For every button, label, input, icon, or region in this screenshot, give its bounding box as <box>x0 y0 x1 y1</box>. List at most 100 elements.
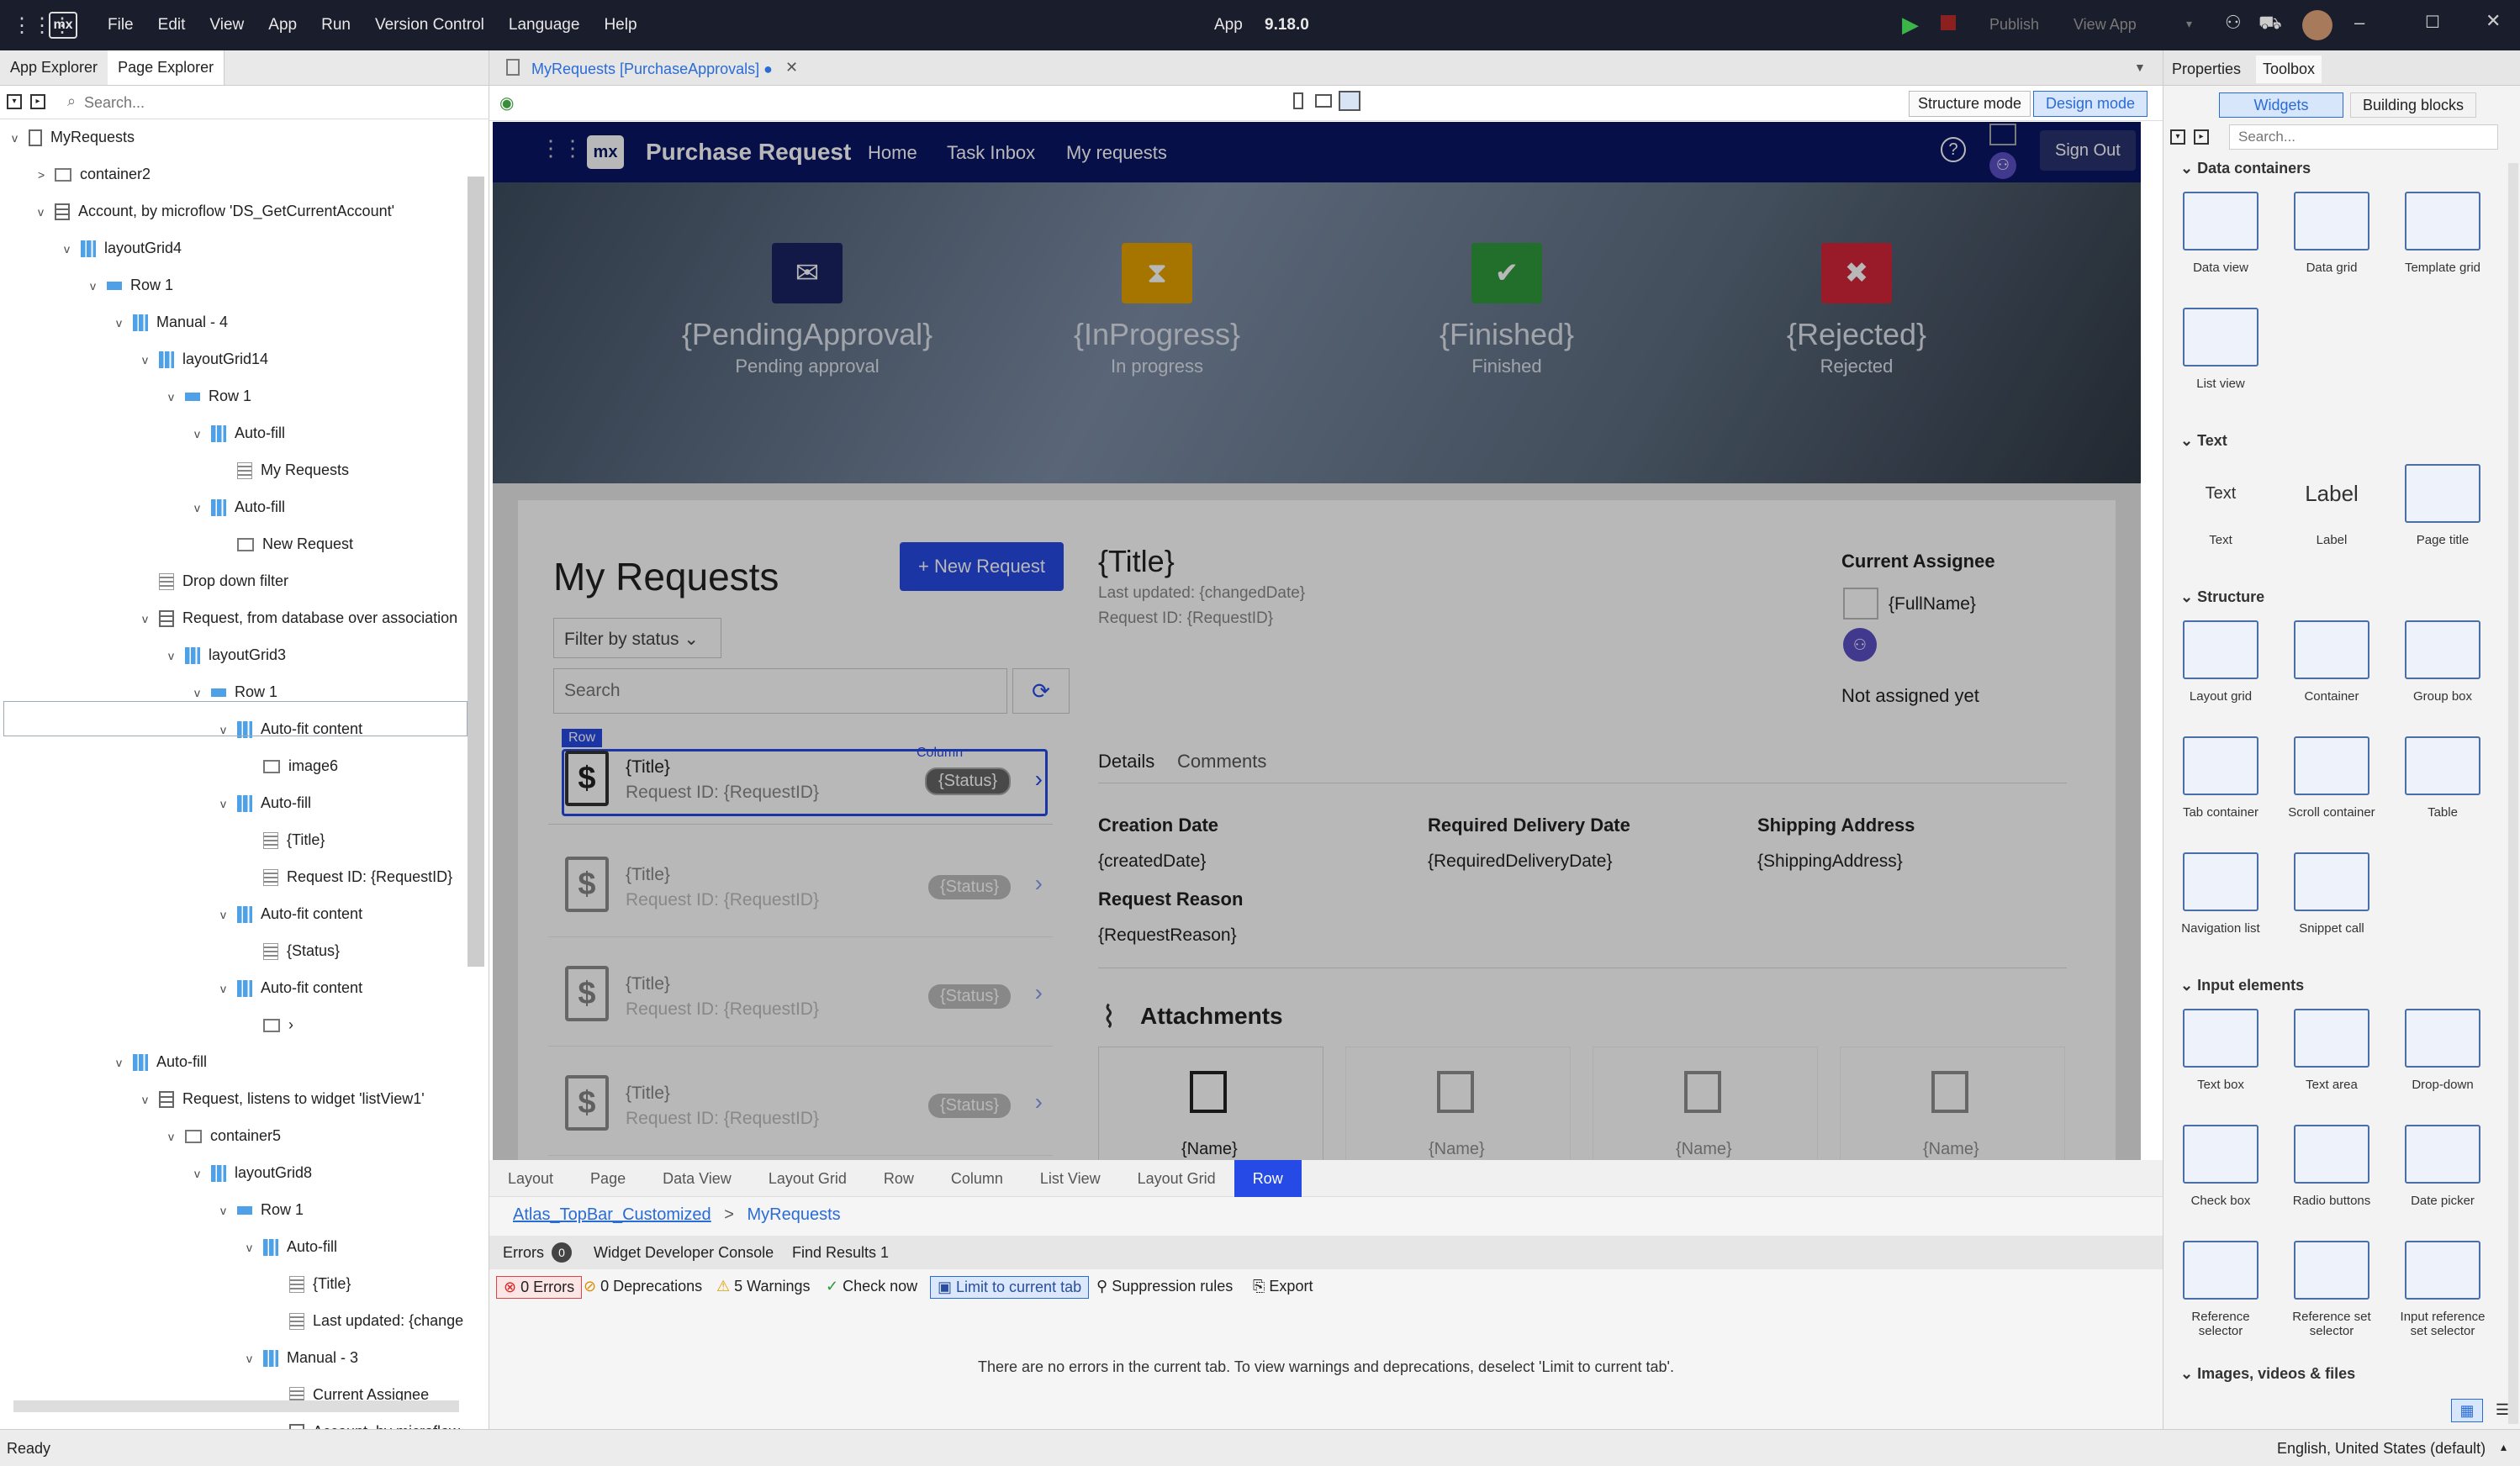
chevron-down-icon[interactable]: v <box>142 601 159 636</box>
subtab-building-blocks[interactable]: Building blocks <box>2350 92 2476 118</box>
tree-search-input[interactable] <box>84 91 479 114</box>
menu-language[interactable]: Language <box>509 16 580 34</box>
preview-eye-icon[interactable]: ◉ <box>499 92 514 113</box>
user-avatar-icon[interactable]: ⚇ <box>1989 152 2016 179</box>
tree-node[interactable]: {Status} <box>246 933 340 968</box>
crumb-layout[interactable]: Layout <box>489 1160 572 1197</box>
toolbox-widget[interactable]: List view <box>2170 308 2271 391</box>
list-item[interactable]: $ {Title} Request ID: {RequestID} {Statu… <box>548 732 1053 825</box>
toolbox-widget[interactable]: Navigation list <box>2170 852 2271 936</box>
view-app-button[interactable]: View App <box>2074 16 2137 34</box>
tree-node[interactable]: Last updated: {change <box>272 1303 463 1338</box>
tree-node[interactable]: v container5 <box>168 1118 281 1153</box>
toolbox-widget[interactable]: Table <box>2392 736 2493 820</box>
tree-node[interactable]: > container2 <box>38 156 151 192</box>
chevron-down-icon[interactable]: v <box>194 1156 211 1191</box>
list-item[interactable]: $ {Title} Request ID: {RequestID} {Statu… <box>548 1055 1053 1156</box>
tree-node[interactable]: v MyRequests <box>12 119 135 155</box>
crumb-row-active[interactable]: Row <box>1234 1160 1302 1197</box>
chevron-right-icon[interactable]: › <box>1035 870 1043 897</box>
status-filter-dropdown[interactable]: Filter by status ⌄ <box>553 618 721 658</box>
chevron-down-icon[interactable]: v <box>64 231 81 266</box>
toolbox-scrollbar[interactable] <box>2508 163 2518 1424</box>
attachment-card[interactable]: {Name} <box>1840 1047 2065 1160</box>
marketplace-cart-icon[interactable]: ⛟ <box>2258 12 2282 36</box>
chevron-down-icon[interactable]: v <box>142 1082 159 1117</box>
chevron-down-icon[interactable]: v <box>142 342 159 377</box>
toolbox-widget[interactable]: Input reference set selector <box>2392 1241 2493 1338</box>
tree-node[interactable]: v Auto-fill <box>220 785 311 820</box>
tab-comments[interactable]: Comments <box>1177 751 1266 773</box>
toolbox-section-header[interactable]: ⌄ Images, videos & files <box>2180 1365 2355 1383</box>
tree-node[interactable]: My Requests <box>220 452 349 488</box>
toolbox-section-header[interactable]: ⌄ Input elements <box>2180 977 2304 994</box>
structure-mode-button[interactable]: Structure mode <box>1909 91 2031 117</box>
chevron-right-icon[interactable]: › <box>1035 1089 1043 1115</box>
toolbox-widget[interactable]: Text area <box>2281 1009 2382 1092</box>
layout-link[interactable]: Atlas_TopBar_Customized <box>513 1205 711 1224</box>
tree-node[interactable]: v layoutGrid14 <box>142 341 268 377</box>
check-now-button[interactable]: ✓ Check now <box>826 1278 917 1295</box>
errors-filter[interactable]: ⊗ 0 Errors <box>496 1276 583 1299</box>
tree-node[interactable]: v layoutGrid3 <box>168 637 286 672</box>
avatar[interactable] <box>2302 10 2332 40</box>
toolbox-widget[interactable]: Data view <box>2170 192 2271 275</box>
chevron-down-icon[interactable]: v <box>90 268 107 303</box>
tree-node[interactable]: v Account, by microflow 'DS_GetCurrentAcc… <box>38 193 394 229</box>
tree-node[interactable]: Request ID: {RequestID} <box>246 859 452 894</box>
chevron-right-icon[interactable]: › <box>1035 766 1043 793</box>
chevron-down-icon[interactable]: v <box>194 416 211 451</box>
tree-node[interactable]: v Request, from database over association <box>142 600 457 635</box>
run-icon[interactable]: ▶ <box>1902 12 1919 38</box>
new-request-button[interactable]: + New Request <box>900 542 1065 591</box>
minimize-icon[interactable]: – <box>2354 12 2364 34</box>
tab-details[interactable]: Details <box>1098 751 1154 773</box>
desktop-view-icon[interactable] <box>1339 91 1360 111</box>
tab-widget-developer-console[interactable]: Widget Developer Console <box>594 1244 774 1262</box>
tree-node[interactable]: v Auto-fill <box>194 415 285 451</box>
tab-app-explorer[interactable]: App Explorer <box>0 50 108 85</box>
help-icon[interactable]: ? <box>1941 137 1966 162</box>
chevron-down-icon[interactable]: v <box>220 786 237 821</box>
chevron-down-icon[interactable]: v <box>168 1119 185 1154</box>
toolbox-widget[interactable]: Reference set selector <box>2281 1241 2382 1338</box>
toolbox-widget[interactable]: Layout grid <box>2170 620 2271 704</box>
stop-icon[interactable] <box>1941 15 1956 30</box>
close-tab-icon[interactable]: ✕ <box>785 59 798 76</box>
tab-overflow-icon[interactable]: ▼ <box>2134 61 2146 74</box>
menu-edit[interactable]: Edit <box>158 16 186 34</box>
chevron-down-icon[interactable]: v <box>12 120 29 156</box>
publish-button[interactable]: Publish <box>1989 16 2039 34</box>
chevron-down-icon[interactable]: v <box>194 675 211 710</box>
toolbox-widget[interactable]: Group box <box>2392 620 2493 704</box>
chevron-down-icon[interactable]: v <box>220 971 237 1006</box>
toolbox-widget[interactable]: Text Text <box>2170 464 2271 547</box>
toolbox-widget[interactable]: Radio buttons <box>2281 1125 2382 1208</box>
toolbox-widget[interactable]: Reference selector <box>2170 1241 2271 1338</box>
menu-version-control[interactable]: Version Control <box>375 16 484 34</box>
grid-view-icon[interactable]: ▦ <box>2451 1399 2483 1422</box>
tree-node[interactable]: v Auto-fit content <box>220 896 362 931</box>
menu-file[interactable]: File <box>108 16 134 34</box>
tab-toolbox[interactable]: Toolbox <box>2256 55 2322 83</box>
attachment-card[interactable]: {Name} <box>1098 1047 1323 1160</box>
toolbox-widget[interactable]: Scroll container <box>2281 736 2382 820</box>
request-search-input[interactable] <box>553 668 1007 714</box>
toolbox-widget[interactable]: Data grid <box>2281 192 2382 275</box>
tree-node[interactable]: v Auto-fill <box>194 489 285 525</box>
chevron-right-icon[interactable]: › <box>1035 979 1043 1006</box>
page-link[interactable]: MyRequests <box>748 1205 841 1224</box>
tree-node[interactable]: v Row 1 <box>90 267 173 303</box>
list-item[interactable]: $ {Title} Request ID: {RequestID} {Statu… <box>548 836 1053 937</box>
expand-all-icon[interactable]: ▸ <box>2194 129 2209 145</box>
crumb-layout-grid[interactable]: Layout Grid <box>750 1160 865 1197</box>
refresh-button[interactable]: ⟳ <box>1012 668 1070 714</box>
chevron-down-icon[interactable]: v <box>246 1230 263 1265</box>
limit-to-current-tab-toggle[interactable]: ▣ Limit to current tab <box>930 1276 1090 1299</box>
tree-node[interactable]: v Manual - 4 <box>116 304 228 340</box>
tree-horizontal-scrollbar[interactable] <box>13 1400 459 1412</box>
toolbox-widget[interactable]: Container <box>2281 620 2382 704</box>
menu-run[interactable]: Run <box>321 16 351 34</box>
menu-help[interactable]: Help <box>604 16 637 34</box>
toolbox-widget[interactable]: Check box <box>2170 1125 2271 1208</box>
